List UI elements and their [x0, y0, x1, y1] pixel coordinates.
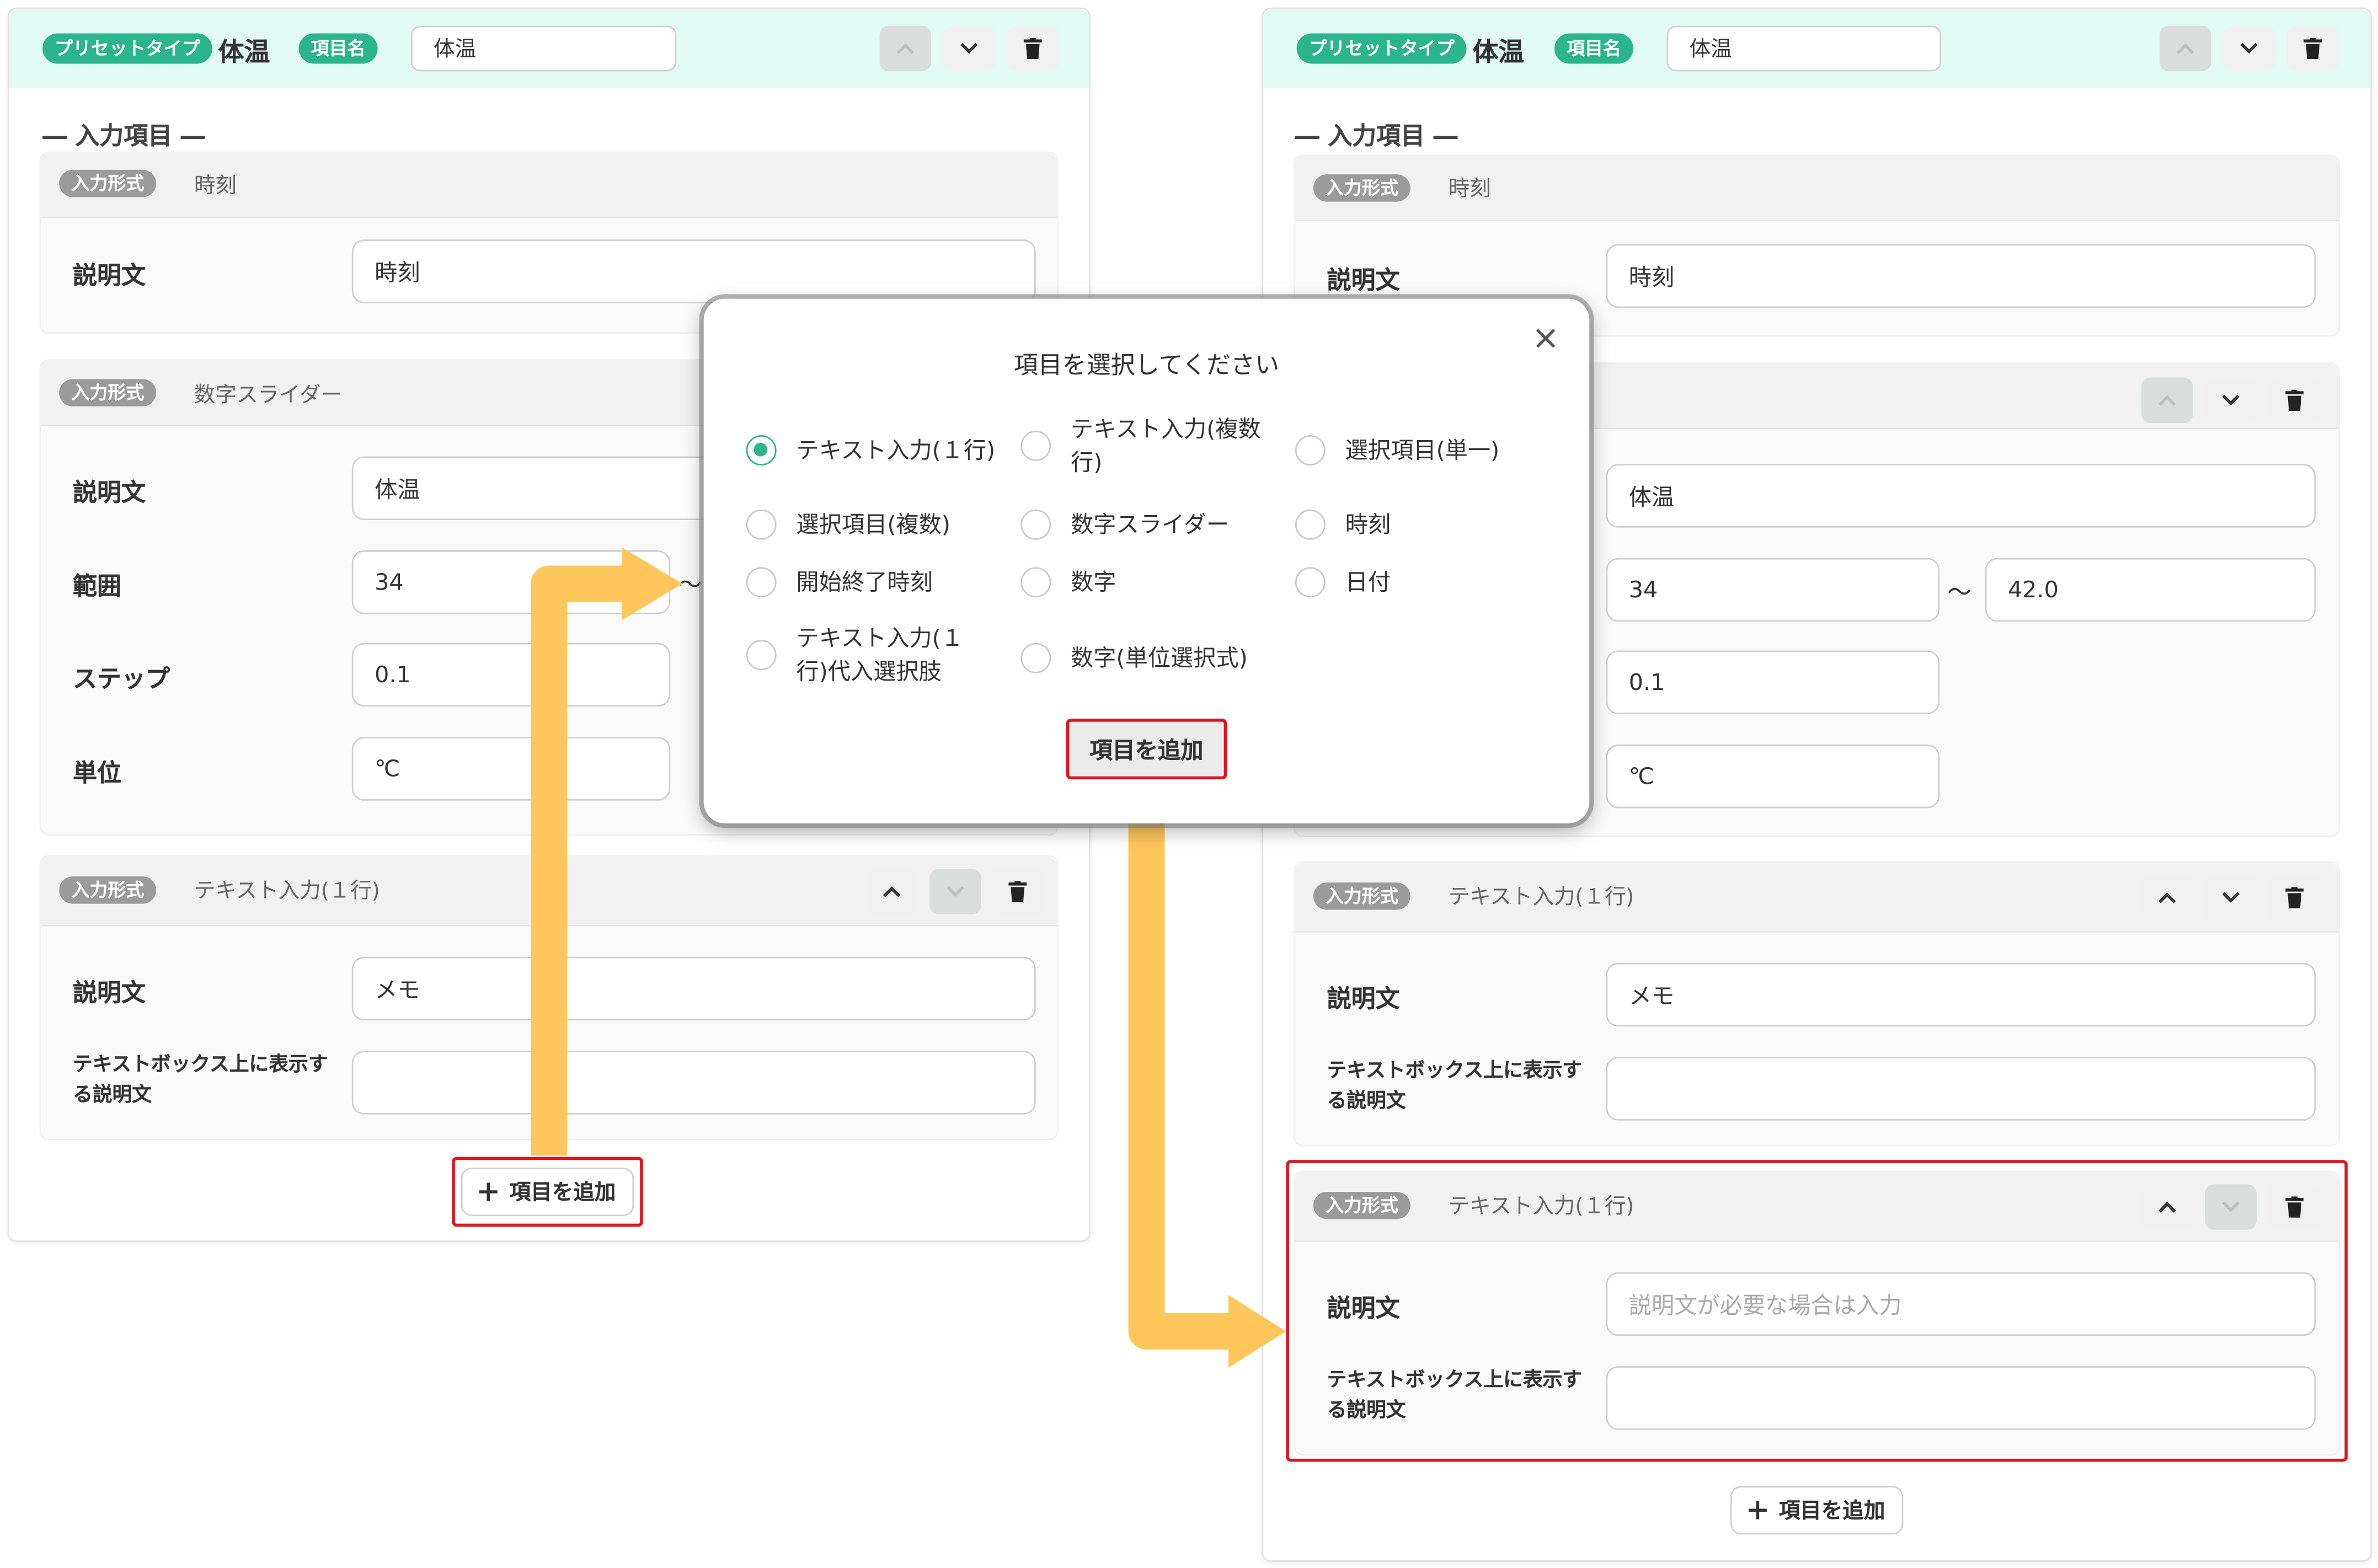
option-start-end-time[interactable]: 開始終了時刻	[746, 565, 933, 598]
radio-icon	[1295, 435, 1326, 466]
radio-icon	[1020, 509, 1051, 540]
modal-title: 項目を選択してください	[1013, 350, 1280, 379]
arrow-modal-to-card	[1128, 790, 1232, 1350]
option-text-substitute[interactable]: テキスト入力(１行)代入選択肢	[746, 622, 993, 688]
option-label: 選択項目(複数)	[796, 511, 951, 539]
option-label: 数字(単位選択式)	[1071, 644, 1248, 672]
option-label: 日付	[1345, 568, 1391, 596]
option-label: 数字スライダー	[1071, 511, 1230, 539]
option-label: 開始終了時刻	[796, 568, 933, 596]
radio-icon	[746, 509, 777, 540]
option-select-single[interactable]: 選択項目(単一)	[1295, 434, 1499, 467]
arrow-head-to-card	[1228, 1294, 1286, 1368]
option-label: テキスト入力(１行)	[796, 436, 996, 464]
radio-icon	[1295, 509, 1326, 540]
option-label: 時刻	[1345, 511, 1391, 539]
radio-icon	[746, 640, 777, 671]
radio-icon	[1020, 567, 1051, 598]
option-number[interactable]: 数字	[1020, 565, 1116, 598]
radio-icon	[1020, 430, 1051, 461]
radio-icon	[1295, 567, 1326, 598]
option-label: 数字	[1071, 568, 1116, 596]
option-text-single[interactable]: テキスト入力(１行)	[746, 434, 996, 467]
option-date[interactable]: 日付	[1295, 565, 1391, 598]
arrow-add-to-modal	[531, 565, 625, 1155]
option-number-slider[interactable]: 数字スライダー	[1020, 508, 1229, 541]
option-number-unit[interactable]: 数字(単位選択式)	[1020, 641, 1248, 675]
close-icon[interactable]: ×	[1532, 322, 1560, 356]
radio-selected-icon	[746, 435, 777, 466]
modal-add-item-button[interactable]: 項目を追加	[1066, 719, 1227, 780]
option-select-multi[interactable]: 選択項目(複数)	[746, 508, 950, 541]
page: プリセットタイプ 体温 項目名 体温 ― 入力項目 ― 入力形式 時刻 説明文	[0, 0, 2378, 1568]
option-text-multi[interactable]: テキスト入力(複数行)	[1020, 413, 1268, 479]
radio-icon	[746, 567, 777, 598]
option-label: テキスト入力(複数行)	[1071, 415, 1261, 477]
option-label: テキスト入力(１行)代入選択肢	[796, 624, 964, 686]
radio-icon	[1020, 643, 1051, 673]
option-label: 選択項目(単一)	[1345, 436, 1500, 464]
arrow-head-to-modal	[622, 547, 683, 620]
option-time[interactable]: 時刻	[1295, 508, 1391, 541]
